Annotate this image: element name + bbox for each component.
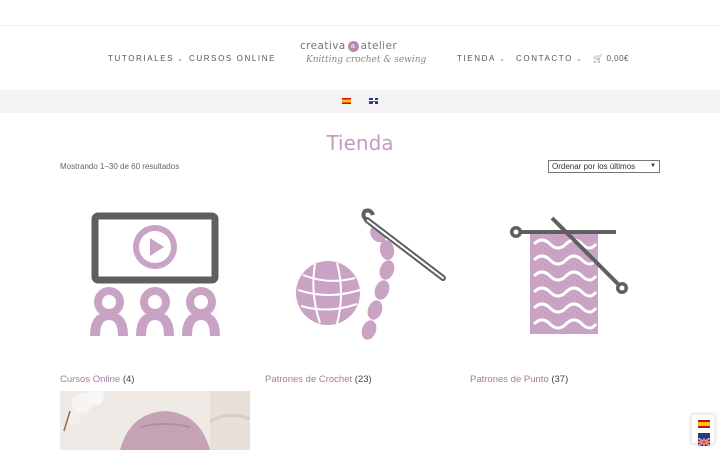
nav-tutoriales[interactable]: TUTORIALES ⌄ [108,54,185,63]
category-count: (23) [354,374,372,385]
logo-mark: a [347,40,359,52]
category-cursos-online[interactable]: Cursos Online (4) [60,190,250,385]
cart-icon: 🛒 [593,54,604,63]
cart-link[interactable]: 🛒 0,00€ [593,54,629,63]
category-title[interactable]: Patrones de Punto (37) [470,374,568,385]
chevron-down-icon: ⌄ [575,56,584,63]
top-strip [0,0,720,26]
nav-tienda-label: TIENDA [457,54,496,63]
nav-cursos-online-label: CURSOS ONLINE [189,54,277,63]
ordering-select[interactable]: Ordenar por los últimos ▼ [548,160,660,173]
spanish-flag-icon[interactable] [342,98,351,104]
chevron-down-icon: ⌄ [498,56,507,63]
category-name: Patrones de Crochet [265,374,353,385]
chevron-down-icon: ▼ [650,163,656,169]
category-title[interactable]: Patrones de Crochet (23) [265,374,372,385]
site-logo[interactable]: creativa a atelier Knitting crochet & se… [300,40,427,80]
nav-tienda[interactable]: TIENDA ⌄ [457,54,506,63]
english-flag-icon[interactable] [697,433,711,447]
english-flag-icon[interactable] [369,98,378,104]
spanish-flag-icon[interactable] [698,420,710,428]
language-switcher [691,414,715,447]
logo-part2: atelier [360,40,398,52]
product-image[interactable] [60,391,250,450]
online-course-icon [90,212,220,336]
logo-part1: creativa [300,40,346,52]
result-count: Mostrando 1–30 de 60 resultados [60,162,180,171]
chevron-down-icon: ⌄ [177,56,185,63]
category-title[interactable]: Cursos Online (4) [60,374,134,385]
ordering-selected-value: Ordenar por los últimos [552,162,636,171]
category-count: (4) [122,374,135,385]
nav-tutoriales-label: TUTORIALES [108,54,175,63]
yarn-crochet-icon [296,208,446,340]
nav-contacto-label: CONTACTO [516,54,573,63]
category-name: Patrones de Punto [470,374,549,385]
category-count: (37) [551,374,569,385]
logo-wordmark: creativa a atelier [300,40,418,52]
cart-total: 0,00€ [606,54,629,63]
product-photo [60,391,250,450]
page-title: Tienda [326,131,394,155]
category-name: Cursos Online [60,374,121,385]
nav-contacto[interactable]: CONTACTO ⌄ [516,54,583,63]
knitting-needles-icon [510,216,628,334]
category-patrones-crochet[interactable]: Patrones de Crochet (23) [265,190,455,385]
nav-cursos-online[interactable]: CURSOS ONLINE [189,54,276,63]
logo-tagline: Knitting crochet & sewing [306,55,427,65]
site-header: TUTORIALES ⌄ CURSOS ONLINE creativa a ate… [0,26,720,90]
category-patrones-punto[interactable]: Patrones de Punto (37) [470,190,660,385]
language-bar [0,90,720,113]
